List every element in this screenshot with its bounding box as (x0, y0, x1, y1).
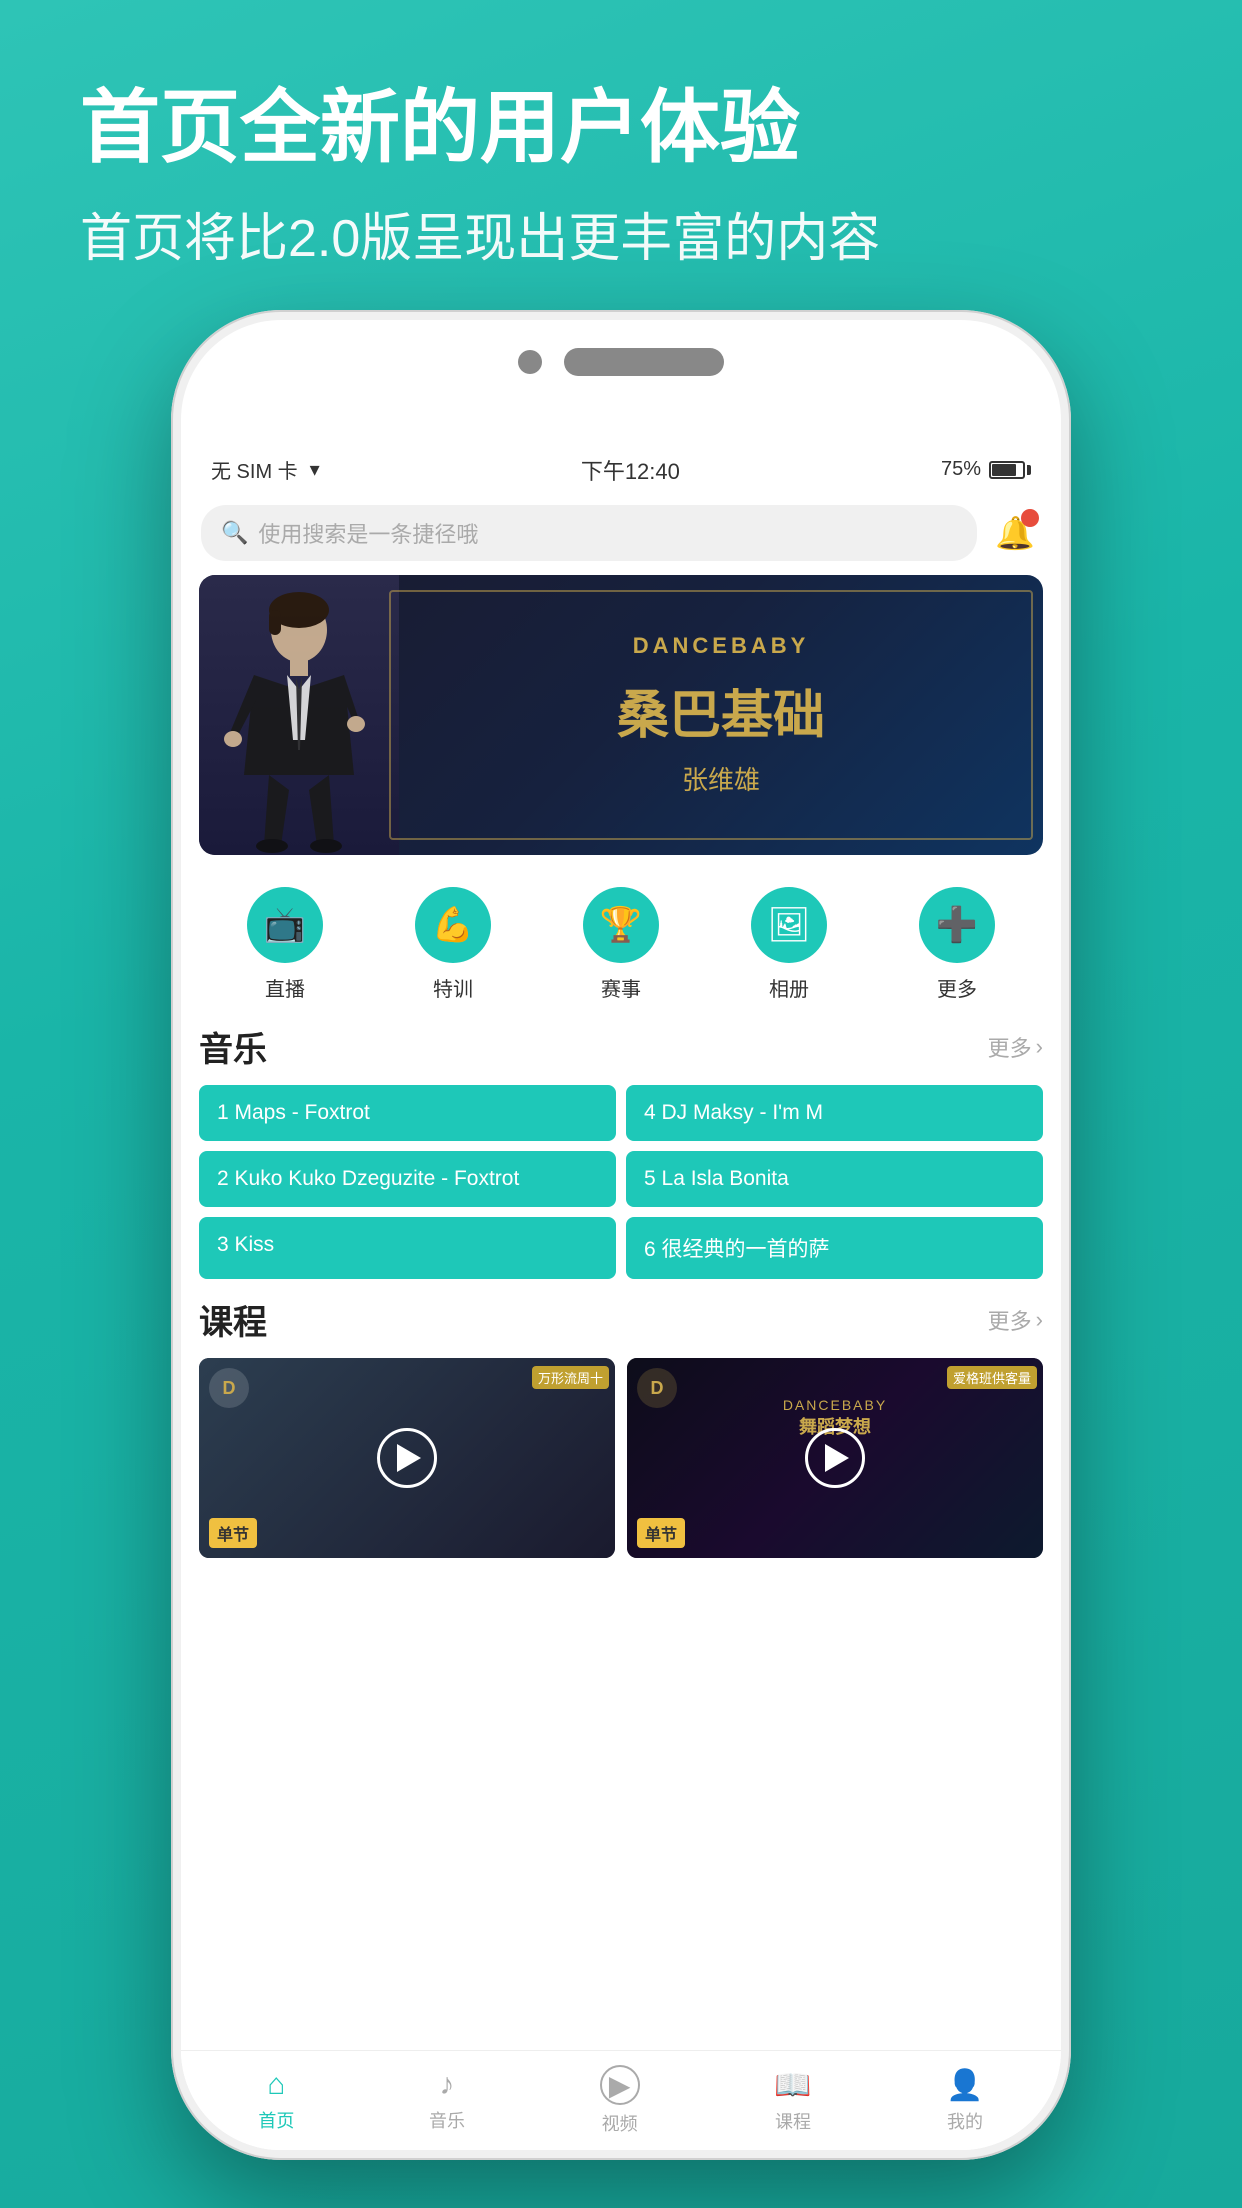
promo-subtitle: 首页将比2.0版呈现出更丰富的内容 (80, 196, 1162, 271)
course-thumb-1: D 万形流周十 单节 (199, 1358, 615, 1558)
more-icon-circle: ➕ (919, 887, 995, 963)
status-bar: 无 SIM 卡 ▾ 下午12:40 75% (181, 440, 1061, 495)
more-label: 更多 (937, 973, 977, 1002)
course-tag-2: 爱格班供客量 (947, 1366, 1037, 1389)
battery-icon (989, 461, 1031, 479)
notification-badge (1021, 509, 1039, 527)
promo-title: 首页全新的用户体验 (80, 80, 1162, 176)
course-section-title: 课程 (199, 1295, 267, 1344)
quick-item-album[interactable]: 🖼 相册 (751, 887, 827, 1002)
quick-item-more[interactable]: ➕ 更多 (919, 887, 995, 1002)
wifi-icon: ▾ (310, 457, 320, 482)
training-label: 特训 (433, 973, 473, 1002)
promo-area: 首页全新的用户体验 首页将比2.0版呈现出更丰富的内容 (80, 80, 1162, 271)
live-label: 直播 (265, 973, 305, 1002)
training-icon-circle: 💪 (415, 887, 491, 963)
course-item-2[interactable]: D 爱格班供客量 DANCEBABY 舞蹈梦想 单节 (627, 1358, 1043, 1558)
music-item-4[interactable]: 4 DJ Maksy - I'm M (626, 1085, 1043, 1141)
home-nav-label: 首页 (258, 2107, 294, 2133)
quick-item-live[interactable]: 📺 直播 (247, 887, 323, 1002)
banner-person (199, 575, 399, 855)
banner-content: DANCEBABY 桑巴基础 张维雄 (399, 613, 1043, 817)
nav-item-profile[interactable]: 👤 我的 (926, 2060, 1003, 2142)
nav-item-music[interactable]: ♪ 音乐 (409, 2060, 485, 2141)
play-triangle-icon (397, 1444, 421, 1472)
phone-container: 无 SIM 卡 ▾ 下午12:40 75% (171, 310, 1071, 2160)
camera-lens (518, 350, 542, 374)
status-right: 75% (941, 458, 1031, 481)
banner-brand: DANCEBABY (417, 633, 1025, 659)
course-section-header: 课程 更多 › (199, 1295, 1043, 1344)
course-thumb-2: D 爱格班供客量 DANCEBABY 舞蹈梦想 单节 (627, 1358, 1043, 1558)
play-button-1[interactable] (377, 1428, 437, 1488)
search-placeholder: 使用搜索是一条捷径哦 (258, 517, 478, 549)
profile-nav-icon: 👤 (946, 2068, 983, 2103)
video-nav-icon: ▶ (600, 2065, 640, 2105)
sim-status: 无 SIM 卡 (211, 455, 298, 484)
music-more-button[interactable]: 更多 › (988, 1031, 1043, 1063)
course-logo-1: D (209, 1368, 249, 1408)
competition-icon-circle: 🏆 (583, 887, 659, 963)
music-item-5[interactable]: 5 La Isla Bonita (626, 1151, 1043, 1207)
search-icon: 🔍 (221, 520, 248, 546)
course-grid: D 万形流周十 单节 D 爱 (199, 1358, 1043, 1558)
banner-subtitle: 张维雄 (417, 760, 1025, 797)
course-badge-1: 单节 (209, 1518, 257, 1548)
nav-item-home[interactable]: ⌂ 首页 (238, 2060, 314, 2141)
music-item-3[interactable]: 3 Kiss (199, 1217, 616, 1279)
phone-body: 无 SIM 卡 ▾ 下午12:40 75% (171, 310, 1071, 2160)
course-logo-2: D (637, 1368, 677, 1408)
nav-item-course[interactable]: 📖 课程 (754, 2060, 831, 2142)
battery-percent: 75% (941, 458, 981, 481)
music-item-1[interactable]: 1 Maps - Foxtrot (199, 1085, 616, 1141)
play-button-2[interactable] (805, 1428, 865, 1488)
music-nav-label: 音乐 (429, 2107, 465, 2133)
music-grid: 1 Maps - Foxtrot 4 DJ Maksy - I'm M 2 Ku… (199, 1085, 1043, 1279)
banner-title: 桑巴基础 (417, 673, 1025, 748)
bottom-navigation: ⌂ 首页 ♪ 音乐 ▶ 视频 📖 课程 (181, 2050, 1061, 2150)
phone-inner: 无 SIM 卡 ▾ 下午12:40 75% (181, 320, 1061, 2150)
home-nav-icon: ⌂ (267, 2068, 285, 2102)
music-section: 音乐 更多 › 1 Maps - Foxtrot 4 DJ Maksy - I'… (181, 1022, 1061, 1295)
quick-icons-row: 📺 直播 💪 特训 🏆 赛事 🖼 相册 (181, 873, 1061, 1022)
video-nav-label: 视频 (602, 2110, 638, 2136)
status-left: 无 SIM 卡 ▾ (211, 455, 320, 484)
album-icon-circle: 🖼 (751, 887, 827, 963)
status-time: 下午12:40 (581, 454, 680, 486)
notification-button[interactable]: 🔔 (989, 507, 1041, 559)
course-item-1[interactable]: D 万形流周十 单节 (199, 1358, 615, 1558)
phone-screen: 无 SIM 卡 ▾ 下午12:40 75% (181, 440, 1061, 2150)
speaker (564, 348, 724, 376)
quick-item-training[interactable]: 💪 特训 (415, 887, 491, 1002)
music-section-header: 音乐 更多 › (199, 1022, 1043, 1071)
course-nav-icon: 📖 (774, 2068, 811, 2103)
music-section-title: 音乐 (199, 1022, 267, 1071)
competition-label: 赛事 (601, 973, 641, 1002)
course-section: 课程 更多 › D 万形流周十 (181, 1295, 1061, 1568)
course-nav-label: 课程 (775, 2108, 811, 2134)
course-badge-2: 单节 (637, 1518, 685, 1548)
quick-item-competition[interactable]: 🏆 赛事 (583, 887, 659, 1002)
music-item-6[interactable]: 6 很经典的一首的萨 (626, 1217, 1043, 1279)
profile-nav-label: 我的 (947, 2108, 983, 2134)
album-label: 相册 (769, 973, 809, 1002)
banner[interactable]: DANCEBABY 桑巴基础 张维雄 (199, 575, 1043, 855)
music-nav-icon: ♪ (439, 2068, 454, 2102)
music-item-2[interactable]: 2 Kuko Kuko Dzeguzite - Foxtrot (199, 1151, 616, 1207)
search-row: 🔍 使用搜索是一条捷径哦 🔔 (181, 495, 1061, 575)
search-box[interactable]: 🔍 使用搜索是一条捷径哦 (201, 505, 977, 561)
live-icon-circle: 📺 (247, 887, 323, 963)
play-triangle-icon-2 (825, 1444, 849, 1472)
phone-camera-area (518, 348, 724, 376)
course-more-button[interactable]: 更多 › (988, 1304, 1043, 1336)
nav-item-video[interactable]: ▶ 视频 (580, 2057, 660, 2144)
dancer-silhouette (199, 575, 399, 855)
course-tag-1: 万形流周十 (532, 1366, 609, 1389)
